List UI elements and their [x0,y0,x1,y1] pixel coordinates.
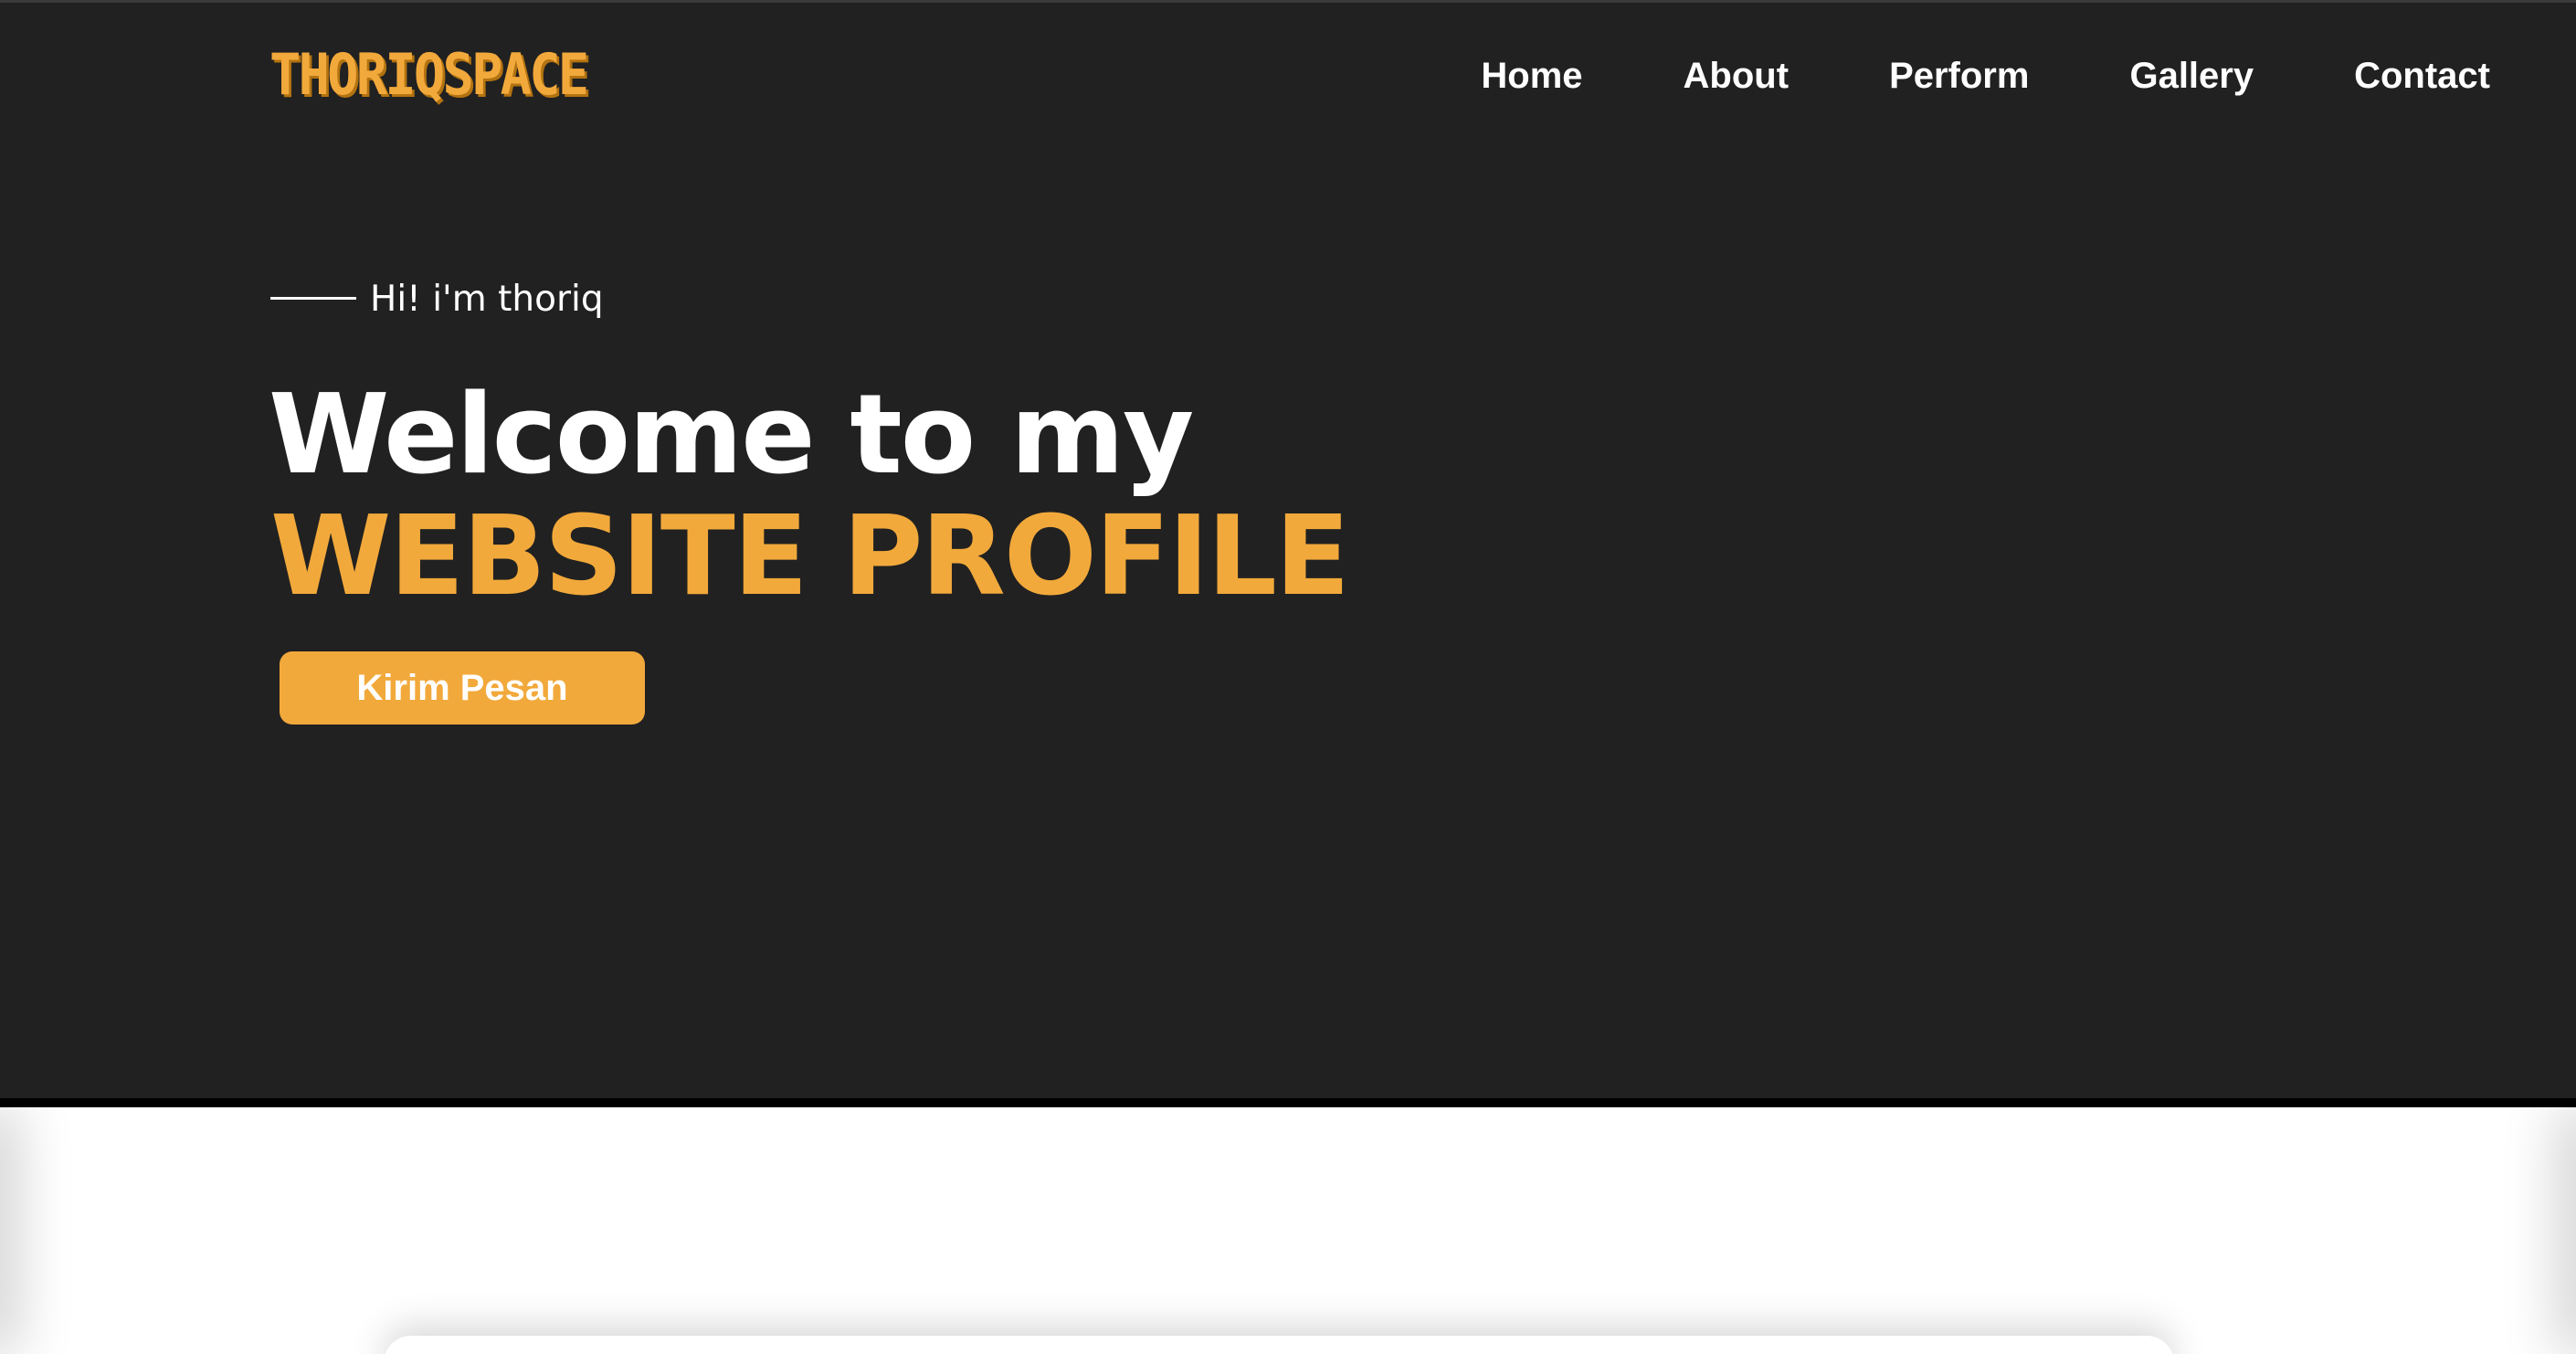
nav-item-perform[interactable]: Perform [1889,48,2029,103]
greeting-divider [270,297,356,300]
nav-item-contact[interactable]: Contact [2354,48,2490,103]
hero-headline-accent: WEBSITE PROFILE [270,493,1350,620]
site-logo[interactable]: THORIQSPACE [269,43,589,107]
content-card [384,1336,2174,1354]
hero-headline-primary: Welcome to my [269,372,1194,499]
main-nav: Home About Perform Gallery Contact [1481,48,2490,103]
hero-greeting: Hi! i'm thoriq [370,279,604,320]
send-message-button[interactable]: Kirim Pesan [280,651,645,725]
nav-item-gallery[interactable]: Gallery [2129,48,2254,103]
logo-text: THORIQSPACE [269,41,589,108]
hero-section: THORIQSPACE Home About Perform Gallery C… [0,0,2576,1098]
hero-bottom-border [0,1098,2576,1107]
nav-item-home[interactable]: Home [1481,48,1582,103]
next-section [0,1107,2576,1354]
nav-item-about[interactable]: About [1684,48,1789,103]
